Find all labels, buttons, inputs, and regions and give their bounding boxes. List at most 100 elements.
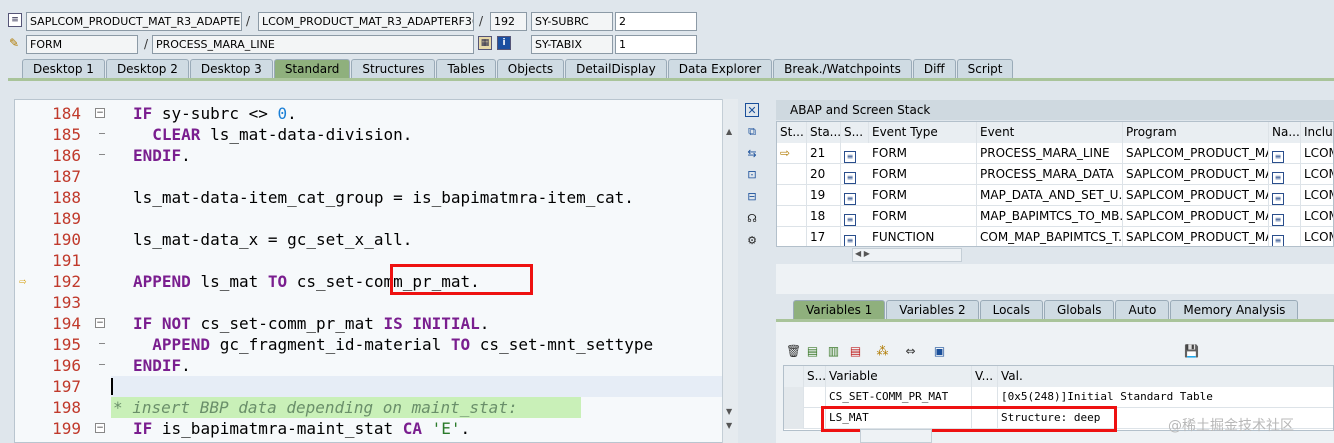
tab-desktop-3[interactable]: Desktop 3 [189,59,273,79]
tab-data-explorer[interactable]: Data Explorer [667,59,773,79]
variable-cell-value[interactable]: [0x5(248)]Initial Standard Table [998,387,1333,408]
tree-icon[interactable]: ⁂ [875,344,890,359]
variables-column-header[interactable]: Variable [826,366,972,387]
stack-column-header[interactable]: St... [777,122,807,143]
include-field[interactable]: LCOM_PRODUCT_MAT_R3_ADAPTERF36 [258,12,474,31]
fold-toggle-icon[interactable]: − [95,318,105,328]
stack-column-header[interactable]: Event [977,122,1123,143]
change-icon[interactable]: ▥ [826,344,841,359]
variables-column-header[interactable]: S... [804,366,826,387]
tab-objects[interactable]: Objects [496,59,565,79]
navigate-icon[interactable]: ≡ [1272,193,1284,205]
separator: / [246,14,251,28]
line-number: 197 [52,377,81,396]
stack-horizontal-scrollbar[interactable]: ◀ ▶ [852,248,962,262]
program-icon: ≡ [844,235,856,246]
program-icon: ≡ [844,214,856,226]
stack-row[interactable]: ⇨ 21 ≡ FORM PROCESS_MARA_LINE SAPLCOM_PRODUCT… [777,143,1333,164]
trash-icon[interactable]: ▤ [848,344,863,359]
stack-cell-type-icon: ≡ [841,143,869,164]
fold-toggle-icon[interactable]: − [95,423,105,433]
new-window-icon[interactable]: ⧉ [745,125,759,139]
save-icon[interactable]: 💾 [1184,344,1199,359]
fold-guide [99,334,105,355]
stack-cell-event-type: FORM [869,206,977,227]
stack-row[interactable]: 20 ≡ FORM PROCESS_MARA_DATA SAPLCOM_PRODUCT_… [777,164,1333,185]
variable-cell-name[interactable]: CS_SET-COMM_PR_MAT [826,387,972,408]
sysvar-value-field[interactable]: 2 [615,12,697,31]
code-editor[interactable]: 184− IF sy-subrc <> 0. 185 CLEAR ls_mat-da… [14,99,738,443]
navigate-icon[interactable]: ≡ [1272,214,1284,226]
tab-desktop-2[interactable]: Desktop 2 [105,59,189,79]
stack-column-header[interactable]: Na... [1269,122,1301,143]
stack-cell-type-icon: ≡ [841,185,869,206]
line-number: 193 [52,293,81,312]
delete-icon[interactable]: 🗑 [786,344,801,359]
close-icon[interactable]: ✕ [745,103,759,117]
headset-icon[interactable]: ☊ [745,212,759,226]
tab-detaildisplay[interactable]: DetailDisplay [565,59,667,79]
resize-icon[interactable]: ⊟ [745,190,759,204]
display-source-icon[interactable]: ▦ [478,36,492,50]
code-line: 184 − IF sy-subrc <> 0. [15,103,723,124]
tool-icon[interactable]: ⚙ [745,234,759,248]
stack-column-header[interactable]: Includ [1301,122,1333,143]
maximize-icon[interactable]: ⊡ [745,168,759,182]
line-number: 185 [52,125,81,144]
tab-structures[interactable]: Structures [351,59,436,79]
stack-row[interactable]: 19 ≡ FORM MAP_DATA_AND_SET_U... SAPLCOM_PROD… [777,185,1333,206]
variable-row[interactable]: CS_SET-COMM_PR_MAT [0x5(248)]Initial Stan… [784,387,1333,408]
tab-script[interactable]: Script [956,59,1014,79]
line-number: 194 [52,314,81,333]
navigate-icon[interactable]: ≡ [1272,172,1284,184]
event-field[interactable]: PROCESS_MARA_LINE [152,35,474,54]
line-number-field[interactable]: 192 [490,12,527,31]
navigate-icon[interactable]: ≡ [1272,235,1284,246]
stack-row[interactable]: 17 ≡ FUNCTION COM_MAP_BAPIMTCS_T... SAPLCOM_… [777,227,1333,246]
row-selector[interactable] [784,387,804,408]
stack-column-header[interactable]: Sta... [807,122,841,143]
swap-icon[interactable]: ⇆ [745,147,759,161]
variables-column-header[interactable] [784,366,804,387]
stack-row[interactable]: 18 ≡ FORM MAP_BAPIMTCS_TO_MB... SAPLCOM_PROD… [777,206,1333,227]
event-type-field[interactable]: FORM [26,35,138,54]
doc-icon[interactable]: ▣ [932,344,947,359]
var-tab-memory-analysis[interactable]: Memory Analysis [1170,300,1299,320]
stack-cell-program: SAPLCOM_PRODUCT_MA... [1123,206,1269,227]
var-tab-locals[interactable]: Locals [979,300,1043,320]
variables-column-header[interactable]: V... [972,366,998,387]
editor-vertical-scrollbar[interactable]: ▲ ▼ ▼ [722,99,738,443]
var-tab-variables-2[interactable]: Variables 2 [886,300,979,320]
stack-column-header[interactable]: Event Type [869,122,977,143]
row-selector[interactable] [784,408,804,429]
tab-tables[interactable]: Tables [436,59,496,79]
fold-toggle-icon[interactable]: − [95,108,105,118]
code-line: 190 ls_mat-data_x = gc_set_x_all. [15,229,723,250]
tab-desktop-1[interactable]: Desktop 1 [22,59,105,79]
var-tab-auto[interactable]: Auto [1115,300,1170,320]
fold-guide [99,355,105,376]
stack-column-header[interactable]: S... [841,122,869,143]
tab-diff[interactable]: Diff [912,59,956,79]
line-number: 186 [52,146,81,165]
code-text: * insert BBP data depending on maint_sta… [113,398,518,417]
sysvar-name-field[interactable]: SY-SUBRC [531,12,613,31]
info-icon[interactable]: i [497,36,511,50]
display-icon[interactable]: ▤ [805,344,820,359]
program-field[interactable]: SAPLCOM_PRODUCT_MAT_R3_ADAPTER [26,12,242,31]
stack-cell-status [777,164,807,185]
sysvar-value-field[interactable]: 1 [615,35,697,54]
sysvar-name-field[interactable]: SY-TABIX [531,35,613,54]
var-tab-variables-1[interactable]: Variables 1 [793,300,886,320]
move-icon[interactable]: ⇔ [903,344,918,359]
code-text: CLEAR ls_mat-data-division. [133,125,413,144]
code-text: ENDIF. [133,146,191,165]
stack-column-header[interactable]: Program [1123,122,1269,143]
variables-horizontal-scrollbar[interactable] [860,429,932,443]
tab-standard[interactable]: Standard [273,59,351,79]
var-tab-globals[interactable]: Globals [1043,300,1115,320]
variables-column-header[interactable]: Val. [998,366,1333,387]
navigate-icon[interactable]: ≡ [1272,151,1284,163]
code-text: IF NOT cs_set-comm_pr_mat IS INITIAL. [133,314,490,333]
tab-break-watchpoints[interactable]: Break./Watchpoints [773,59,912,79]
